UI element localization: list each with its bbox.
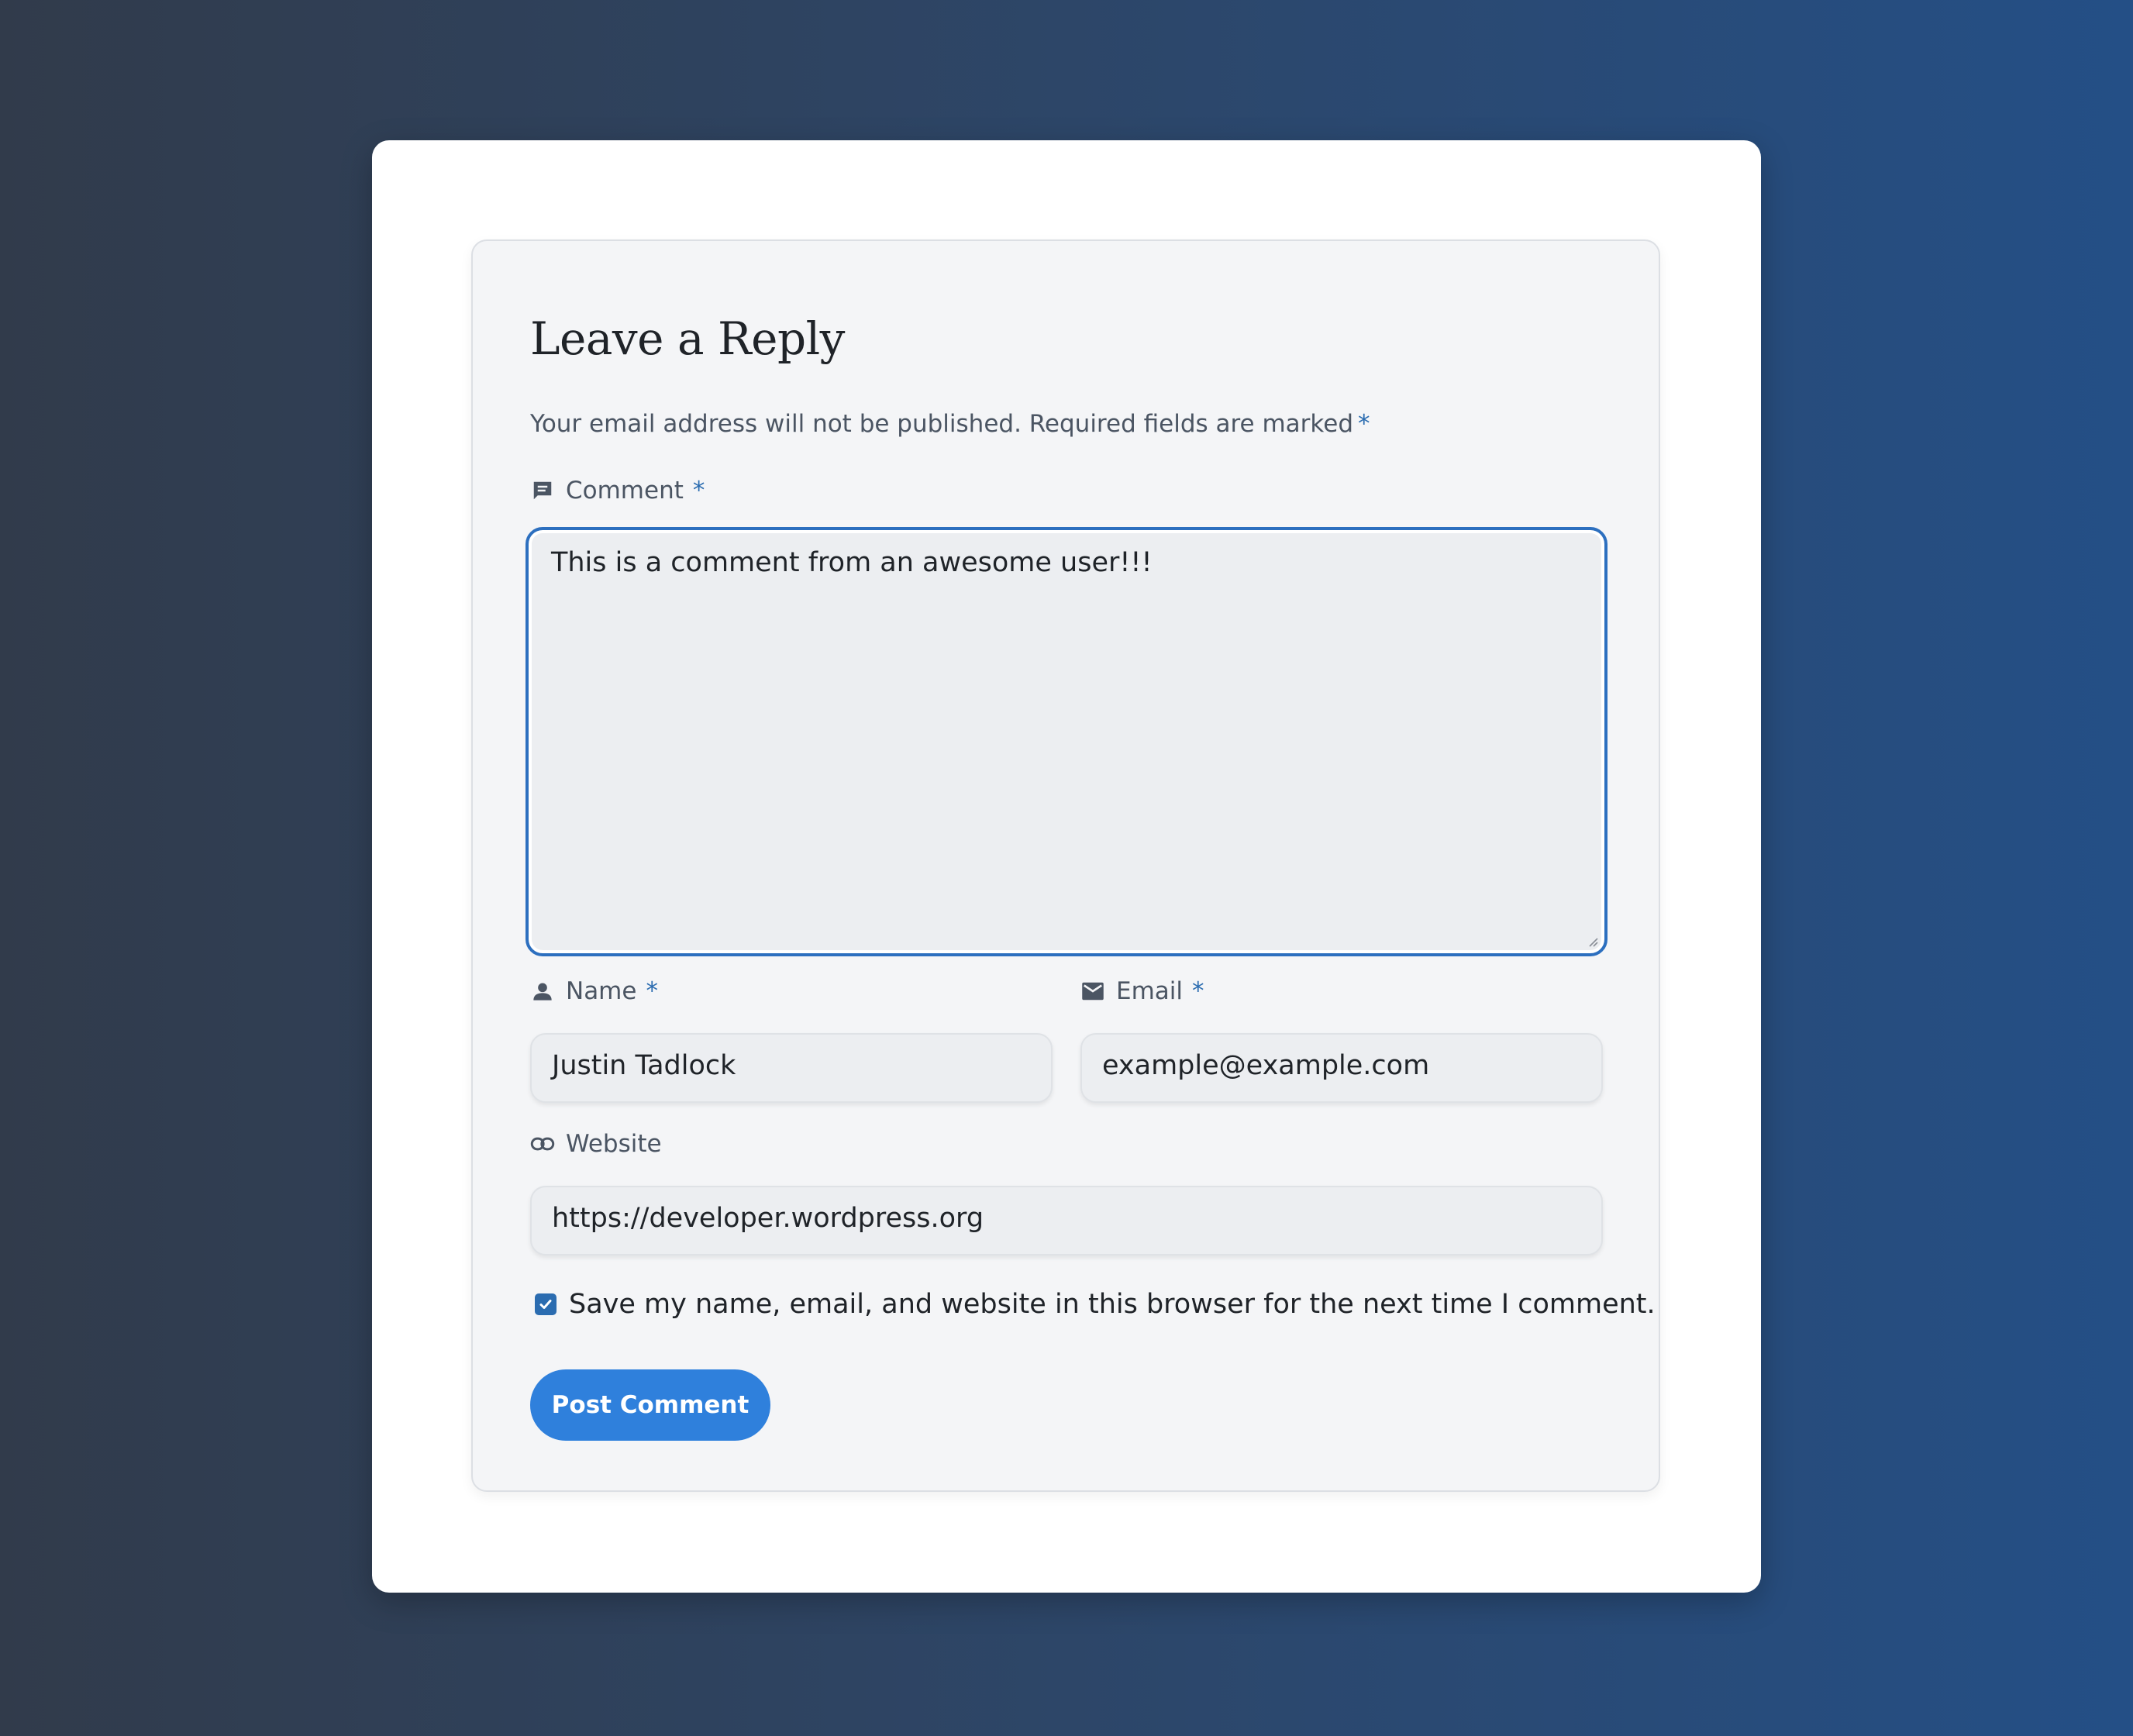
- comment-label: Comment *: [530, 477, 705, 505]
- website-value: https://developer.wordpress.org: [552, 1203, 984, 1234]
- comment-textarea[interactable]: This is a comment from an awesome user!!…: [525, 527, 1608, 956]
- page-card: Leave a Reply Your email address will no…: [372, 140, 1761, 1593]
- comment-form: Leave a Reply Your email address will no…: [471, 239, 1660, 1492]
- cookies-checkbox-label[interactable]: Save my name, email, and website in this…: [569, 1289, 1656, 1320]
- mail-icon: [1080, 979, 1105, 1004]
- comment-label-text: Comment: [566, 477, 684, 505]
- email-input[interactable]: example@example.com: [1080, 1033, 1603, 1103]
- cookies-consent: Save my name, email, and website in this…: [530, 1289, 1656, 1320]
- email-value: example@example.com: [1102, 1050, 1430, 1081]
- person-icon: [530, 979, 555, 1004]
- name-input[interactable]: Justin Tadlock: [530, 1033, 1053, 1103]
- comment-notes: Your email address will not be published…: [530, 410, 1370, 438]
- website-input[interactable]: https://developer.wordpress.org: [530, 1186, 1603, 1256]
- name-value: Justin Tadlock: [552, 1050, 736, 1081]
- form-title: Leave a Reply: [530, 312, 845, 365]
- name-required-marker: *: [646, 977, 658, 1005]
- email-label: Email *: [1080, 977, 1204, 1005]
- required-marker: *: [1358, 410, 1370, 438]
- cookies-checkbox[interactable]: [535, 1293, 557, 1315]
- resize-handle-icon[interactable]: [1586, 935, 1598, 947]
- comment-value: This is a comment from an awesome user!!…: [551, 547, 1153, 578]
- name-label-text: Name: [566, 977, 637, 1005]
- email-label-text: Email: [1116, 977, 1184, 1005]
- email-required-marker: *: [1192, 977, 1204, 1005]
- comment-notes-text: Your email address will not be published…: [530, 410, 1354, 438]
- post-comment-button[interactable]: Post Comment: [530, 1369, 770, 1441]
- website-label: Website: [530, 1130, 662, 1158]
- link-icon: [530, 1132, 555, 1156]
- name-label: Name *: [530, 977, 658, 1005]
- comment-icon: [530, 478, 555, 503]
- comment-required-marker: *: [692, 477, 705, 505]
- website-label-text: Website: [566, 1130, 662, 1158]
